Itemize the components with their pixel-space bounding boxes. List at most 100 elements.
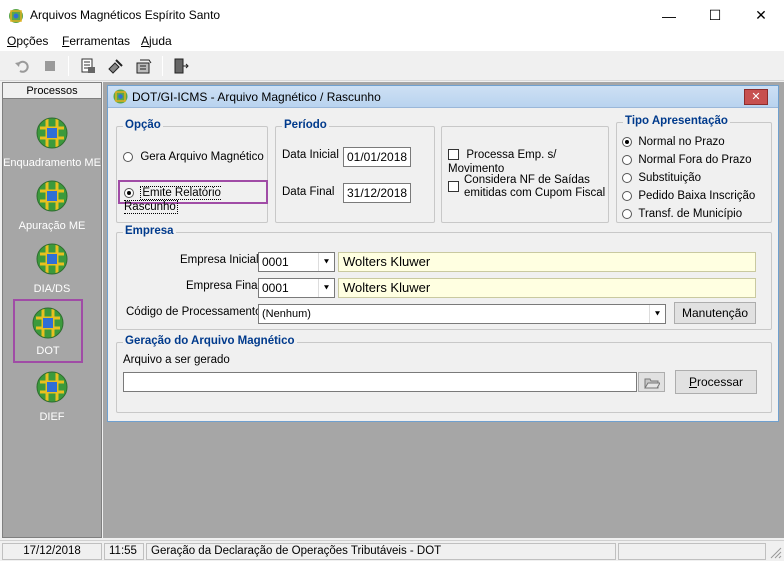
menu-ferramentas[interactable]: Ferramentas: [62, 34, 130, 48]
radio-button[interactable]: [123, 151, 133, 162]
toolbar: [0, 51, 784, 81]
folder-icon: [643, 378, 660, 388]
empresa-inicial-code: 0001: [262, 255, 289, 269]
child-window-title: DOT/GI-ICMS - Arquivo Magnético / Rascun…: [132, 90, 381, 104]
radio-emite-relatorio[interactable]: Emite Relatório Rascunho: [118, 180, 268, 214]
undo-icon[interactable]: [10, 55, 34, 77]
radio-label: Emite Relatório Rascunho: [124, 186, 221, 214]
menu-ajuda[interactable]: Ajuda: [141, 34, 172, 48]
checkbox-label: Processa Emp. s/ Movimento: [448, 149, 557, 175]
radio-normal-prazo[interactable]: Normal no Prazo: [622, 134, 725, 148]
arquivo-label: Arquivo a ser gerado: [123, 354, 230, 366]
checkbox-label: Considera NF de Saídas emitidas com Cupo…: [464, 174, 606, 199]
tool-3-icon[interactable]: [132, 55, 156, 77]
codigo-processamento-value: (Nenhum): [262, 308, 311, 320]
radio-button[interactable]: [622, 154, 632, 165]
codigo-processamento-select[interactable]: (Nenhum) ⯆: [258, 304, 666, 324]
radio-label: Transf. de Município: [638, 208, 743, 220]
child-close-button[interactable]: ✕: [744, 89, 768, 105]
geracao-group-title: Geração do Arquivo Magnético: [123, 335, 297, 347]
menu-bar: Opções Ferramentas Ajuda: [0, 31, 784, 51]
data-final-label: Data Final: [282, 186, 335, 198]
dropdown-arrow-icon[interactable]: ⯆: [649, 305, 665, 323]
menu-opcoes[interactable]: Opções: [7, 34, 48, 48]
minimize-button[interactable]: —: [646, 0, 692, 31]
sidebar-header: Processos: [3, 83, 101, 99]
empresa-inicial-select[interactable]: 0001 ⯆: [258, 252, 335, 272]
globe-icon: [32, 307, 64, 339]
checkbox[interactable]: [448, 149, 459, 161]
close-button[interactable]: ✕: [738, 0, 784, 31]
status-time: 11:55: [104, 543, 144, 560]
empresa-inicial-name: Wolters Kluwer: [338, 252, 756, 272]
child-title-bar: DOT/GI-ICMS - Arquivo Magnético / Rascun…: [108, 86, 778, 108]
periodo-group-title: Período: [282, 119, 329, 131]
manutencao-button[interactable]: Manutenção: [674, 302, 756, 324]
resize-grip-icon[interactable]: [768, 545, 782, 559]
processar-button[interactable]: Processar: [675, 370, 757, 394]
open-folder-button[interactable]: [638, 372, 665, 392]
checkbox-processa-emp[interactable]: Processa Emp. s/ Movimento: [448, 147, 608, 175]
tipo-group-title: Tipo Apresentação: [623, 115, 730, 127]
radio-button[interactable]: [622, 190, 632, 201]
status-message: Geração da Declaração de Operações Tribu…: [146, 543, 616, 560]
radio-normal-fora-prazo[interactable]: Normal Fora do Prazo: [622, 152, 751, 166]
opcao-group: Opção Gera Arquivo Magnético Emite Relat…: [116, 119, 268, 223]
opcao-group-title: Opção: [123, 119, 163, 131]
globe-icon: [36, 117, 68, 149]
radio-label: Pedido Baixa Inscrição: [638, 190, 756, 202]
exit-door-icon[interactable]: [168, 55, 192, 77]
periodo-group: Período Data Inicial 01/01/2018 Data Fin…: [275, 119, 435, 223]
globe-icon: [36, 371, 68, 403]
dropdown-arrow-icon[interactable]: ⯆: [318, 253, 334, 271]
radio-label: Normal Fora do Prazo: [638, 154, 752, 166]
sidebar-item-label: DIEF: [39, 411, 65, 423]
sidebar-item-label: Enquadramento ME: [3, 157, 101, 169]
tool-2-icon[interactable]: [104, 55, 128, 77]
arquivo-input[interactable]: [123, 372, 637, 392]
globe-icon: [36, 180, 68, 212]
sidebar-item-dia-ds[interactable]: DIA/DS: [3, 243, 101, 303]
toolbar-separator: [68, 56, 69, 76]
codigo-processamento-label: Código de Processamento: [126, 306, 262, 318]
radio-button[interactable]: [622, 172, 632, 183]
stop-icon[interactable]: [38, 55, 62, 77]
sidebar-item-label: DOT: [36, 345, 60, 357]
data-final-field[interactable]: 31/12/2018: [343, 183, 411, 203]
empresa-group-title: Empresa: [123, 225, 176, 237]
tool-1-icon[interactable]: [76, 55, 100, 77]
empresa-group: Empresa Empresa Inicial 0001 ⯆ Wolters K…: [116, 225, 772, 330]
checkbox[interactable]: [448, 181, 459, 192]
sidebar-item-label: DIA/DS: [33, 283, 71, 295]
radio-button[interactable]: [124, 187, 134, 198]
empresa-final-label: Empresa Final: [186, 280, 261, 292]
data-inicial-field[interactable]: 01/01/2018: [343, 147, 411, 167]
window-title: Arquivos Magnéticos Espírito Santo: [30, 8, 221, 22]
toolbar-separator: [162, 56, 163, 76]
tipo-apresentacao-group: Tipo Apresentação Normal no Prazo Normal…: [616, 115, 772, 223]
sidebar-item-enquadramento-me[interactable]: Enquadramento ME: [3, 117, 101, 177]
sidebar: Processos Enquadramento ME Apuração ME D…: [2, 82, 102, 538]
radio-label: Substituição: [638, 172, 701, 184]
dropdown-arrow-icon[interactable]: ⯆: [318, 279, 334, 297]
sidebar-item-dot[interactable]: DOT: [13, 299, 83, 363]
radio-label: Normal no Prazo: [638, 136, 725, 148]
radio-pedido-baixa[interactable]: Pedido Baixa Inscrição: [622, 188, 755, 202]
status-extra: [618, 543, 766, 560]
empresa-final-select[interactable]: 0001 ⯆: [258, 278, 335, 298]
radio-gera-arquivo[interactable]: Gera Arquivo Magnético: [123, 149, 264, 163]
sidebar-item-apuracao-me[interactable]: Apuração ME: [3, 180, 101, 240]
app-icon: [9, 9, 23, 23]
radio-transf-municipio[interactable]: Transf. de Município: [622, 206, 742, 220]
status-bar: 17/12/2018 11:55 Geração da Declaração d…: [0, 540, 784, 561]
maximize-button[interactable]: ☐: [692, 0, 738, 31]
empresa-final-name: Wolters Kluwer: [338, 278, 756, 298]
sidebar-item-dief[interactable]: DIEF: [3, 371, 101, 431]
checkbox-considera-nf[interactable]: Considera NF de Saídas emitidas com Cupo…: [448, 174, 605, 200]
radio-substituicao[interactable]: Substituição: [622, 170, 701, 184]
geracao-group: Geração do Arquivo Magnético Arquivo a s…: [116, 335, 772, 413]
sidebar-item-label: Apuração ME: [18, 220, 86, 232]
radio-button[interactable]: [622, 208, 632, 219]
radio-button[interactable]: [622, 136, 632, 147]
app-icon: [113, 89, 128, 104]
